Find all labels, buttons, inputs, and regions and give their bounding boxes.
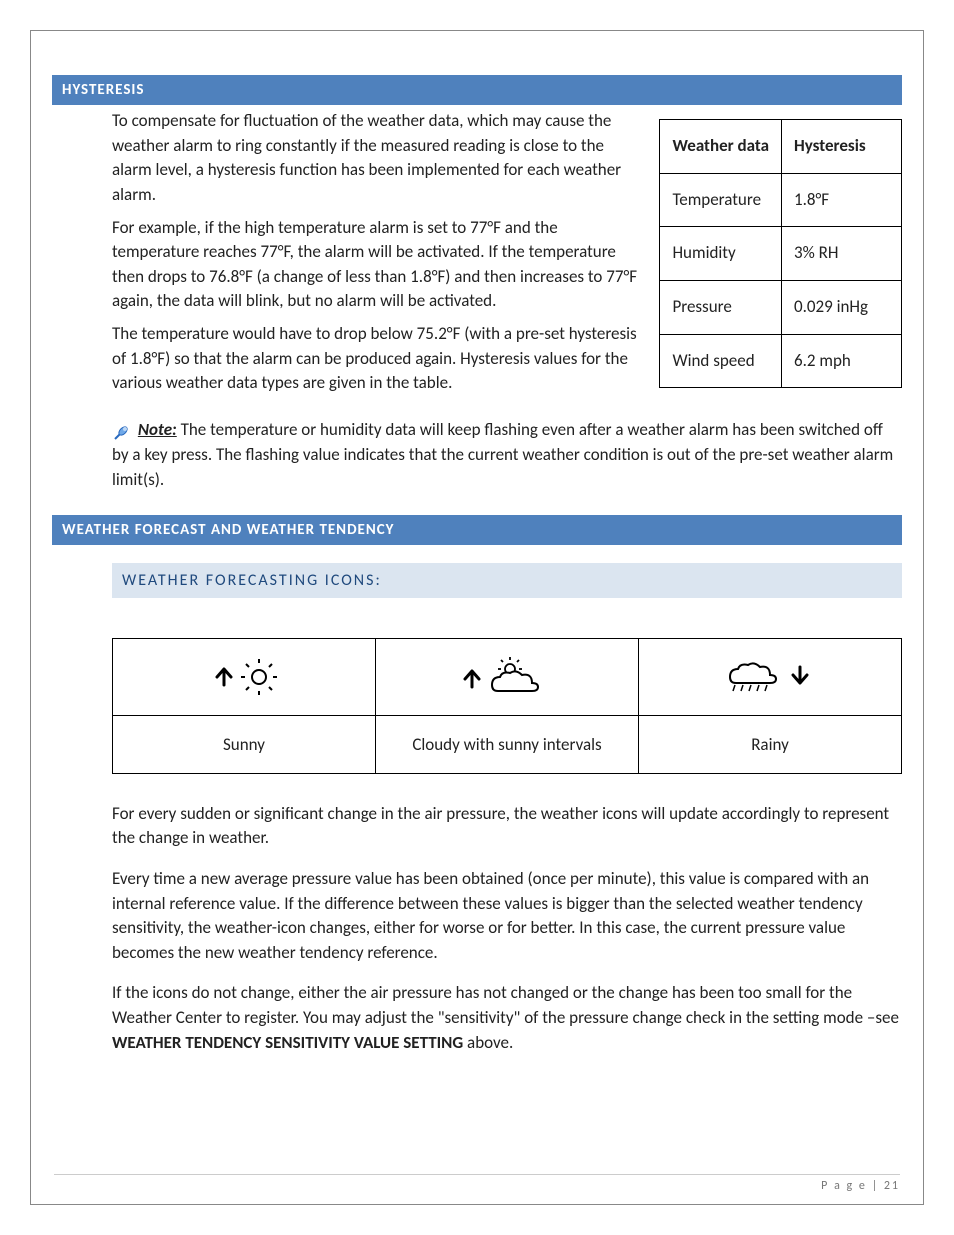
th-hysteresis: Hysteresis <box>782 120 902 174</box>
note-text: The temperature or humidity data will ke… <box>112 419 893 490</box>
cell-sunny-label: Sunny <box>113 715 376 773</box>
text: If the icons do not change, either the a… <box>112 982 899 1028</box>
sub-header-icons: WEATHER FORECASTING ICONS: <box>112 563 902 598</box>
paragraph: Every time a new average pressure value … <box>112 867 902 966</box>
up-arrow-sun-icon <box>199 657 289 697</box>
footer-sep: | <box>867 1179 884 1193</box>
cell: Temperature <box>660 173 782 227</box>
rainy-icon-cell <box>639 638 902 715</box>
section-header-hysteresis: HYSTERESIS <box>52 75 902 105</box>
th-weather-data: Weather data <box>660 120 782 174</box>
cell: Humidity <box>660 227 782 281</box>
forecast-icons-table: Sunny Cloudy with sunny intervals Rainy <box>112 638 902 774</box>
text: above. <box>463 1032 513 1053</box>
forecast-body: For every sudden or significant change i… <box>52 802 902 1056</box>
paragraph: If the icons do not change, either the a… <box>112 981 902 1055</box>
rain-cloud-down-arrow-icon <box>715 657 825 697</box>
section-header-forecast: WEATHER FORECAST AND WEATHER TENDENCY <box>52 515 902 545</box>
sunny-icon-cell <box>113 638 376 715</box>
hysteresis-body: Weather data Hysteresis Temperature 1.8°… <box>52 105 902 408</box>
up-arrow-sun-cloud-icon <box>452 657 562 697</box>
cell-rainy-label: Rainy <box>639 715 902 773</box>
cell: Wind speed <box>660 334 782 388</box>
table-row: Wind speed 6.2 mph <box>660 334 902 388</box>
cell: 0.029 inHg <box>782 280 902 334</box>
pin-icon <box>112 419 132 444</box>
page-content: HYSTERESIS Weather data Hysteresis Tempe… <box>52 75 902 1185</box>
table-row: Temperature 1.8°F <box>660 173 902 227</box>
table-row: Pressure 0.029 inHg <box>660 280 902 334</box>
note-label: Note: <box>138 419 177 440</box>
cloudy-icon-cell <box>376 638 639 715</box>
table-row: Humidity 3% RH <box>660 227 902 281</box>
cell: 6.2 mph <box>782 334 902 388</box>
cell: 3% RH <box>782 227 902 281</box>
table-row: Sunny Cloudy with sunny intervals Rainy <box>113 715 902 773</box>
table-row: Weather data Hysteresis <box>660 120 902 174</box>
note-block: Note: The temperature or humidity data w… <box>52 408 902 493</box>
paragraph: For every sudden or significant change i… <box>112 802 902 851</box>
footer-page-num: 21 <box>884 1179 900 1193</box>
cell-cloudy-label: Cloudy with sunny intervals <box>376 715 639 773</box>
cell: Pressure <box>660 280 782 334</box>
cell: 1.8°F <box>782 173 902 227</box>
page-footer: P a g e | 21 <box>54 1174 900 1193</box>
table-row <box>113 638 902 715</box>
bold-ref: WEATHER TENDENCY SENSITIVITY VALUE SETTI… <box>112 1032 463 1053</box>
hysteresis-table: Weather data Hysteresis Temperature 1.8°… <box>659 119 902 388</box>
footer-label: P a g e <box>821 1179 867 1193</box>
